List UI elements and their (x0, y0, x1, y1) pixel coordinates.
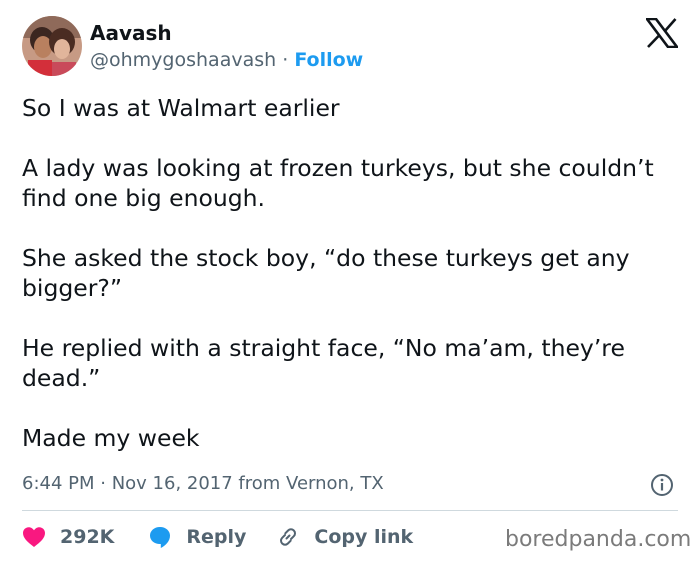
tweet-timestamp[interactable]: 6:44 PM · Nov 16, 2017 from Vernon, TX (22, 472, 384, 496)
reply-button[interactable]: Reply (148, 525, 246, 549)
tweet-paragraph: She asked the stock boy, “do these turke… (22, 244, 630, 302)
tweet-paragraph: Made my week (22, 424, 200, 452)
link-icon (280, 528, 297, 546)
like-count: 292K (60, 526, 115, 548)
tweet-paragraph: He replied with a straight face, “No ma’… (22, 334, 625, 392)
heart-icon (23, 527, 45, 547)
info-icon[interactable] (650, 473, 674, 497)
action-bar: 292K Reply Copy link (22, 522, 413, 552)
avatar[interactable] (22, 16, 82, 76)
avatar-image (22, 16, 82, 76)
follow-button[interactable]: Follow (294, 49, 363, 71)
divider (22, 510, 678, 511)
handle-separator: · (282, 49, 289, 71)
author-handle-row: @ohmygoshaavash · Follow (90, 47, 363, 73)
tweet-card: Aavash @ohmygoshaavash · Follow So I was… (0, 0, 700, 563)
tweet-paragraph: A lady was looking at frozen turkeys, bu… (22, 154, 654, 212)
reply-label: Reply (186, 526, 247, 548)
author-name[interactable]: Aavash (90, 20, 172, 46)
reply-bubble-icon (150, 527, 171, 548)
x-logo-icon[interactable] (644, 17, 680, 49)
tweet-paragraph: So I was at Walmart earlier (22, 94, 340, 122)
watermark: boredpanda.com (505, 527, 692, 552)
like-button[interactable]: 292K (22, 526, 114, 548)
copy-link-button[interactable]: Copy link (276, 525, 413, 549)
tweet-text: So I was at Walmart earlier A lady was l… (22, 93, 682, 453)
author-handle[interactable]: @ohmygoshaavash (90, 49, 276, 71)
copy-link-label: Copy link (314, 526, 414, 548)
